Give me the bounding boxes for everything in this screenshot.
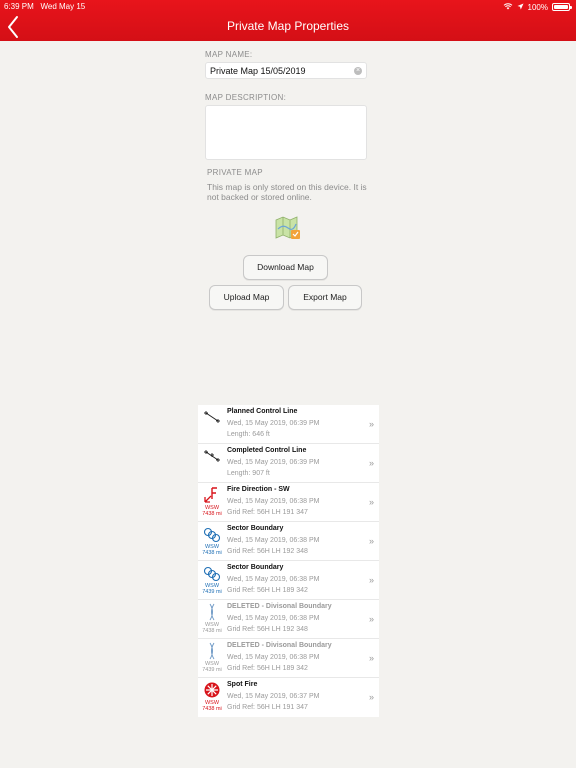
item-detail: Grid Ref: 56H LH 191 347 bbox=[227, 509, 308, 516]
spot-fire-icon bbox=[204, 682, 220, 698]
upload-map-button[interactable]: Upload Map bbox=[209, 285, 284, 310]
item-title: Fire Direction - SW bbox=[227, 486, 290, 493]
planned-control-line-icon bbox=[204, 411, 220, 423]
battery-icon bbox=[552, 3, 572, 11]
item-detail: Length: 646 ft bbox=[227, 431, 270, 438]
private-map-section: PRIVATE MAP This map is only stored on t… bbox=[207, 168, 372, 202]
sector-boundary-icon bbox=[203, 527, 221, 543]
map-icon bbox=[275, 216, 301, 245]
location-icon bbox=[517, 3, 524, 12]
list-item[interactable]: WSW 7439 mi DELETED - Divisonal Boundary… bbox=[198, 639, 379, 678]
item-date: Wed, 15 May 2019, 06:39 PM bbox=[227, 459, 320, 466]
wifi-icon bbox=[503, 2, 513, 12]
item-date: Wed, 15 May 2019, 06:38 PM bbox=[227, 654, 320, 661]
map-name-label: MAP NAME: bbox=[205, 50, 253, 59]
map-form: MAP NAME: Private Map 15/05/2019 × MAP D… bbox=[205, 50, 367, 160]
item-title: Sector Boundary bbox=[227, 525, 284, 532]
divisional-boundary-icon bbox=[209, 642, 215, 660]
item-detail: Grid Ref: 56H LH 192 348 bbox=[227, 548, 308, 555]
chevron-right-icon: » bbox=[368, 419, 374, 429]
item-date: Wed, 15 May 2019, 06:38 PM bbox=[227, 576, 320, 583]
chevron-right-icon: » bbox=[368, 458, 374, 468]
item-detail: Grid Ref: 56H LH 189 342 bbox=[227, 587, 308, 594]
export-map-button[interactable]: Export Map bbox=[288, 285, 362, 310]
item-title: DELETED - Divisonal Boundary bbox=[227, 603, 332, 610]
download-map-button[interactable]: Download Map bbox=[243, 255, 328, 280]
clear-icon[interactable]: × bbox=[354, 67, 362, 75]
item-distance: 7438 mi bbox=[202, 550, 222, 556]
item-distance: 7438 mi bbox=[202, 706, 222, 712]
item-distance: 7439 mi bbox=[202, 589, 222, 595]
status-time: 6:39 PM Wed May 15 bbox=[4, 2, 86, 11]
list-item[interactable]: Completed Control Line Wed, 15 May 2019,… bbox=[198, 444, 379, 483]
chevron-right-icon: » bbox=[368, 536, 374, 546]
item-detail: Length: 907 ft bbox=[227, 470, 270, 477]
list-item[interactable]: Planned Control Line Wed, 15 May 2019, 0… bbox=[198, 405, 379, 444]
completed-control-line-icon bbox=[204, 450, 220, 462]
item-date: Wed, 15 May 2019, 06:37 PM bbox=[227, 693, 320, 700]
item-distance: 7438 mi bbox=[202, 628, 222, 634]
map-name-value: Private Map 15/05/2019 bbox=[210, 65, 306, 76]
private-map-label: PRIVATE MAP bbox=[207, 168, 263, 177]
battery-percent: 100% bbox=[527, 2, 548, 12]
chevron-right-icon: » bbox=[368, 653, 374, 663]
item-title: DELETED - Divisonal Boundary bbox=[227, 642, 332, 649]
map-description-input[interactable] bbox=[205, 105, 367, 160]
chevron-right-icon: » bbox=[368, 614, 374, 624]
sector-boundary-icon bbox=[203, 566, 221, 582]
list-item[interactable]: WSW 7439 mi Sector Boundary Wed, 15 May … bbox=[198, 561, 379, 600]
map-items-list: Planned Control Line Wed, 15 May 2019, 0… bbox=[198, 405, 379, 717]
item-title: Sector Boundary bbox=[227, 564, 284, 571]
chevron-right-icon: » bbox=[368, 692, 374, 702]
item-title: Planned Control Line bbox=[227, 408, 298, 415]
status-indicators: 100% bbox=[503, 2, 572, 12]
chevron-right-icon: » bbox=[368, 575, 374, 585]
item-distance: 7439 mi bbox=[202, 667, 222, 673]
item-date: Wed, 15 May 2019, 06:38 PM bbox=[227, 537, 320, 544]
item-detail: Grid Ref: 56H LH 192 348 bbox=[227, 626, 308, 633]
map-name-input[interactable]: Private Map 15/05/2019 × bbox=[205, 62, 367, 79]
item-title: Spot Fire bbox=[227, 681, 258, 688]
item-date: Wed, 15 May 2019, 06:38 PM bbox=[227, 615, 320, 622]
list-item[interactable]: WSW 7438 mi DELETED - Divisonal Boundary… bbox=[198, 600, 379, 639]
list-item[interactable]: WSW 7438 mi Fire Direction - SW Wed, 15 … bbox=[198, 483, 379, 522]
private-map-description: This map is only stored on this device. … bbox=[207, 182, 367, 202]
list-item[interactable]: WSW 7438 mi Sector Boundary Wed, 15 May … bbox=[198, 522, 379, 561]
item-detail: Grid Ref: 56H LH 191 347 bbox=[227, 704, 308, 711]
item-title: Completed Control Line bbox=[227, 447, 307, 454]
map-description-label: MAP DESCRIPTION: bbox=[205, 93, 287, 102]
chevron-right-icon: » bbox=[368, 497, 374, 507]
divisional-boundary-icon bbox=[209, 603, 215, 621]
item-distance: 7438 mi bbox=[202, 511, 222, 517]
item-detail: Grid Ref: 56H LH 189 342 bbox=[227, 665, 308, 672]
item-date: Wed, 15 May 2019, 06:39 PM bbox=[227, 420, 320, 427]
fire-direction-icon bbox=[204, 487, 217, 503]
nav-bar: 6:39 PM Wed May 15 100% Private Map Prop… bbox=[0, 0, 576, 41]
page-title: Private Map Properties bbox=[226, 19, 350, 33]
item-date: Wed, 15 May 2019, 06:38 PM bbox=[227, 498, 320, 505]
list-item[interactable]: WSW 7438 mi Spot Fire Wed, 15 May 2019, … bbox=[198, 678, 379, 717]
